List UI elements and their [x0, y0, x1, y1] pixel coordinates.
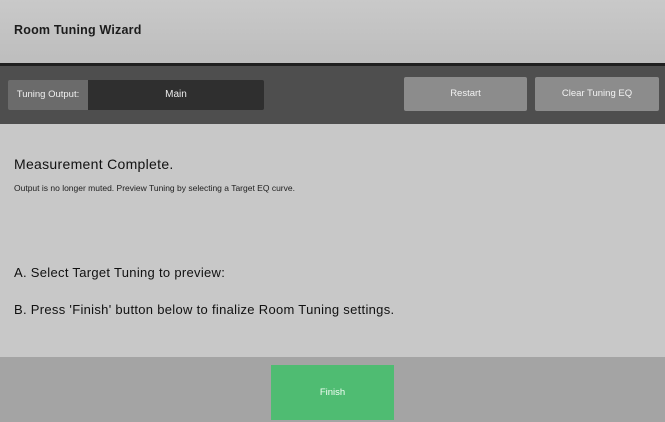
instruction-step-b: B. Press 'Finish' button below to finali…: [14, 302, 395, 317]
status-description: Output is no longer muted. Preview Tunin…: [14, 183, 295, 193]
finish-button[interactable]: Finish: [271, 365, 394, 420]
toolbar: Tuning Output: Main Restart Clear Tuning…: [0, 66, 665, 124]
title-bar: Room Tuning Wizard: [0, 0, 665, 63]
tuning-output-selector[interactable]: Main: [88, 80, 264, 110]
room-tuning-wizard-window: Room Tuning Wizard Tuning Output: Main R…: [0, 0, 665, 422]
footer-bar: Finish: [0, 357, 665, 422]
wizard-content: Measurement Complete. Output is no longe…: [0, 124, 665, 357]
restart-button[interactable]: Restart: [404, 77, 527, 111]
status-heading: Measurement Complete.: [14, 156, 174, 172]
tuning-output-label: Tuning Output:: [8, 80, 88, 110]
clear-tuning-eq-button[interactable]: Clear Tuning EQ: [535, 77, 659, 111]
window-title: Room Tuning Wizard: [14, 23, 142, 37]
instruction-step-a: A. Select Target Tuning to preview:: [14, 265, 226, 280]
